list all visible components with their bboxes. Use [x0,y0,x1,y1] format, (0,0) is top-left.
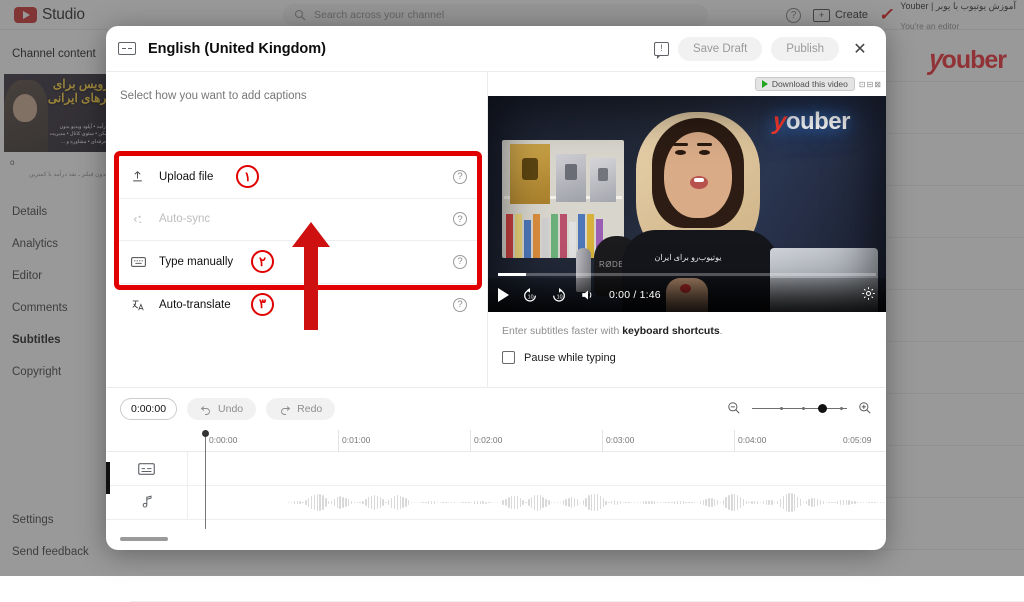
forward-10-icon[interactable]: 10 [551,287,567,303]
keyboard-icon [131,256,151,268]
help-icon-type-manually[interactable]: ? [453,255,467,269]
download-label: Download this video [772,79,848,89]
preview-footer: Enter subtitles faster with keyboard sho… [488,312,886,387]
subtitles-editor-dialog: English (United Kingdom) ! Save Draft Pu… [106,26,886,550]
option-label: Upload file [159,171,213,183]
ruler-tick: 0:05:09 [840,430,871,452]
option-label: Auto-sync [159,213,210,225]
help-icon-auto-translate[interactable]: ? [453,298,467,312]
help-icon-auto-sync[interactable]: ? [453,212,467,226]
progress-bar[interactable] [488,272,886,276]
dialog-header: English (United Kingdom) ! Save Draft Pu… [106,26,886,72]
video-preview-panel: Download this video ⊡⊟⊠ youber [488,72,886,387]
download-this-video-button[interactable]: Download this video [755,77,855,91]
time-display: 0:00 / 1:46 [609,289,661,301]
upload-icon [131,170,151,183]
shortcuts-prefix: Enter subtitles faster with [502,325,622,337]
ruler-tick: 0:04:00 [734,430,766,452]
pause-while-typing-label: Pause while typing [524,352,616,364]
ruler-tick: 0:01:00 [338,430,370,452]
pause-while-typing-row[interactable]: Pause while typing [502,351,872,364]
zoom-in-icon[interactable] [858,401,872,418]
play-button[interactable] [498,288,509,302]
dialog-body: Select how you want to add captions Uplo… [106,72,886,387]
gear-icon[interactable] [861,286,876,304]
annotation-up-arrow [291,222,331,330]
pause-while-typing-checkbox[interactable] [502,351,515,364]
dialog-title: English (United Kingdom) [148,41,326,57]
timeline-toolbar: 0:00:00 Undo Redo [106,388,886,430]
annotation-marker-3: ٣ [251,293,274,316]
redo-label: Redo [297,403,322,415]
download-window-controls[interactable]: ⊡⊟⊠ [859,80,882,89]
current-time-input[interactable]: 0:00:00 [120,398,177,420]
undo-label: Undo [218,403,243,415]
redo-button[interactable]: Redo [266,398,335,420]
subtitle-track[interactable] [106,452,886,486]
horizontal-scrollbar[interactable] [120,537,168,541]
rewind-10-icon[interactable]: 10 [522,287,538,303]
feedback-icon[interactable]: ! [654,42,669,56]
select-method-prompt: Select how you want to add captions [106,72,487,102]
annotation-marker-2: ٢ [251,250,274,273]
cc-track-icon [106,452,188,485]
option-label: Type manually [159,256,233,268]
shortcuts-suffix: . [720,325,723,337]
ruler-tick: 0:03:00 [602,430,634,452]
audio-waveform [288,491,886,515]
redo-icon [279,403,291,415]
timeline-ruler[interactable]: 0:00:00 0:01:00 0:02:00 0:03:00 0:04:00 … [106,430,886,452]
svg-text:10: 10 [528,294,534,300]
undo-icon [200,403,212,415]
keyboard-shortcuts-hint: Enter subtitles faster with keyboard sho… [502,325,872,337]
music-note-icon [106,486,188,519]
option-label: Auto-translate [159,299,231,311]
zoom-controls [727,401,872,418]
audio-track[interactable] [106,486,886,520]
player-controls: 10 10 0:00 / 1:46 [488,278,886,312]
panel-resize-handle[interactable] [106,462,110,494]
option-upload-file[interactable]: Upload file ١ ? [119,156,477,199]
translate-icon [131,298,151,312]
save-draft-button[interactable]: Save Draft [678,37,762,61]
svg-text:10: 10 [557,294,563,300]
ruler-tick: 0:02:00 [470,430,502,452]
audio-track-body[interactable] [188,486,886,519]
video-player[interactable]: youber یوتیوب‌رو برای ایران [488,96,886,312]
captions-method-panel: Select how you want to add captions Uplo… [106,72,488,387]
volume-icon[interactable] [580,288,596,302]
help-icon-upload[interactable]: ? [453,170,467,184]
ruler-tick: 0:00:00 [206,430,237,452]
undo-button[interactable]: Undo [187,398,256,420]
download-play-icon [762,80,768,88]
download-extension-bar: Download this video ⊡⊟⊠ [488,72,886,96]
publish-button[interactable]: Publish [771,37,839,61]
zoom-out-icon[interactable] [727,401,741,418]
keyboard-shortcuts-link[interactable]: keyboard shortcuts [622,325,719,337]
close-icon[interactable]: ✕ [848,37,872,61]
cc-icon [118,42,136,55]
auto-sync-icon [131,213,151,226]
zoom-slider[interactable] [752,403,847,415]
subtitle-track-body[interactable] [188,452,886,485]
annotation-marker-1: ١ [236,165,259,188]
timeline-panel: 0:00:00 Undo Redo [106,387,886,549]
zoom-slider-knob[interactable] [818,404,827,413]
